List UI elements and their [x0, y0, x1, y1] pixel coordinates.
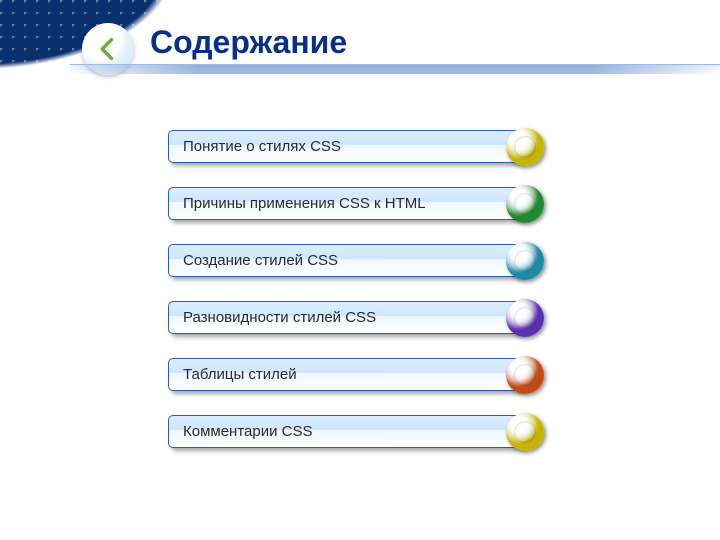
chevron-left-icon	[94, 35, 122, 63]
toc-item[interactable]: Разновидности стилей CSS	[168, 301, 524, 334]
page-title: Содержание	[150, 24, 347, 61]
toc-item[interactable]: Комментарии CSS	[168, 415, 524, 448]
toc-dot	[506, 299, 544, 337]
toc-dot	[506, 185, 544, 223]
toc-item[interactable]: Создание стилей CSS	[168, 244, 524, 277]
toc-item[interactable]: Таблицы стилей	[168, 358, 524, 391]
toc-item-label: Причины применения CSS к HTML	[183, 195, 426, 212]
toc-item-label: Создание стилей CSS	[183, 252, 338, 269]
toc-item[interactable]: Причины применения CSS к HTML	[168, 187, 524, 220]
toc-item-label: Понятие о стилях CSS	[183, 138, 341, 155]
toc-dot	[506, 242, 544, 280]
toc-item[interactable]: Понятие о стилях CSS	[168, 130, 524, 163]
toc-dot	[506, 356, 544, 394]
toc-item-label: Таблицы стилей	[183, 366, 297, 383]
title-underline	[70, 64, 720, 74]
toc-item-label: Разновидности стилей CSS	[183, 309, 376, 326]
toc-dot	[506, 128, 544, 166]
toc-item-label: Комментарии CSS	[183, 423, 313, 440]
toc-dot	[506, 413, 544, 451]
toc-list: Понятие о стилях CSS Причины применения …	[168, 130, 524, 448]
